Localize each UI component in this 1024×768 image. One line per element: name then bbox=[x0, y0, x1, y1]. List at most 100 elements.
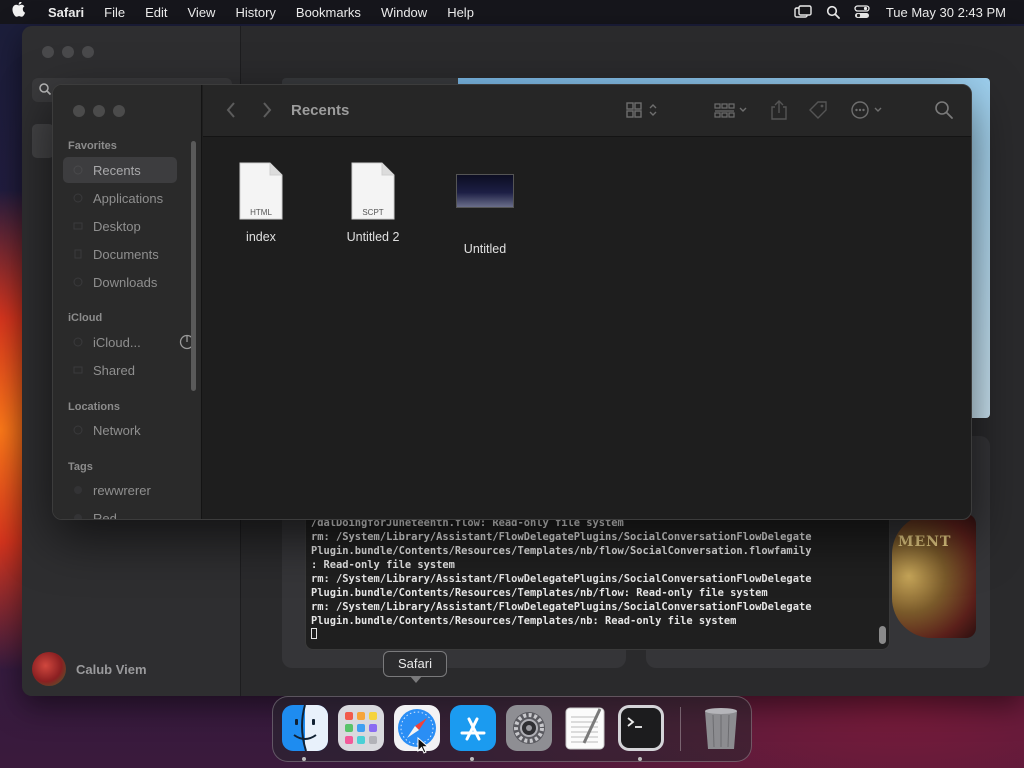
terminal-window[interactable]: /dalDoingforJuneteenth.flow: Read-only f… bbox=[305, 518, 890, 650]
forward-icon[interactable] bbox=[261, 101, 273, 119]
tag-icon[interactable] bbox=[807, 99, 829, 121]
sidebar-item-label: Red bbox=[93, 510, 117, 520]
close-button[interactable] bbox=[42, 46, 54, 58]
gear-icon bbox=[506, 705, 552, 751]
profile-name: Calub Viem bbox=[76, 661, 147, 677]
sidebar-item-shared[interactable]: Shared bbox=[63, 357, 177, 383]
back-icon[interactable] bbox=[225, 101, 237, 119]
spotlight-search-icon[interactable] bbox=[826, 5, 840, 19]
desktop-icon bbox=[73, 222, 83, 230]
finder-window: Favorites Recents Applications Desktop D… bbox=[52, 84, 972, 520]
zoom-button[interactable] bbox=[113, 105, 125, 117]
dock-textedit[interactable] bbox=[562, 705, 608, 751]
tag-color-icon bbox=[74, 486, 82, 494]
game-artwork: MENT bbox=[892, 514, 976, 638]
terminal-line: Plugin.bundle/Contents/Resources/Templat… bbox=[311, 545, 812, 557]
minimize-button[interactable] bbox=[93, 105, 105, 117]
dock-terminal[interactable] bbox=[618, 705, 664, 751]
trash-icon bbox=[705, 708, 737, 749]
sidebar-item-tag[interactable]: rewwrerer bbox=[63, 477, 177, 503]
dock-trash[interactable] bbox=[698, 705, 744, 751]
finder-toolbar: Recents bbox=[203, 85, 971, 137]
dock-separator bbox=[680, 707, 681, 751]
sidebar-item-label: Shared bbox=[93, 362, 135, 378]
menu-edit[interactable]: Edit bbox=[135, 5, 177, 20]
network-icon bbox=[73, 425, 83, 435]
terminal-scrollbar[interactable] bbox=[879, 626, 886, 644]
sidebar-item-label: Downloads bbox=[93, 274, 158, 290]
terminal-line: : Read-only file system bbox=[311, 559, 455, 571]
running-indicator bbox=[470, 757, 474, 761]
terminal-line: rm: /System/Library/Assistant/FlowDelega… bbox=[311, 531, 812, 543]
sidebar-item-label: Network bbox=[93, 422, 141, 438]
apple-menu-icon[interactable] bbox=[0, 1, 38, 22]
file-item-untitled[interactable]: Untitled bbox=[435, 162, 535, 256]
menu-bar: Safari File Edit View History Bookmarks … bbox=[0, 0, 1024, 24]
file-name: Untitled bbox=[463, 242, 507, 256]
file-item-index[interactable]: HTML index bbox=[211, 162, 311, 244]
file-name: index bbox=[246, 230, 276, 244]
menu-bookmarks[interactable]: Bookmarks bbox=[286, 5, 371, 20]
dock-system-settings[interactable] bbox=[506, 705, 552, 751]
screen-mirroring-icon[interactable] bbox=[794, 5, 812, 19]
file-item-untitled-2[interactable]: SCPT Untitled 2 bbox=[323, 162, 423, 244]
sidebar-item-recents[interactable]: Recents bbox=[63, 157, 177, 183]
sidebar-item-downloads[interactable]: Downloads bbox=[63, 269, 177, 295]
menu-file[interactable]: File bbox=[94, 5, 135, 20]
sidebar-item-desktop[interactable]: Desktop bbox=[63, 213, 177, 239]
dock-tooltip: Safari bbox=[383, 651, 447, 683]
icon-view-icon[interactable] bbox=[625, 99, 659, 121]
sidebar-item-label: rewwrerer bbox=[93, 482, 151, 498]
zoom-button[interactable] bbox=[82, 46, 94, 58]
control-center-icon[interactable] bbox=[854, 5, 870, 19]
file-name: Untitled 2 bbox=[346, 230, 400, 244]
terminal-line: Plugin.bundle/Contents/Resources/Templat… bbox=[311, 615, 737, 627]
user-profile[interactable]: Calub Viem bbox=[32, 652, 147, 686]
app-menu-safari[interactable]: Safari bbox=[38, 5, 94, 20]
sidebar-item-network[interactable]: Network bbox=[63, 417, 177, 443]
image-thumbnail bbox=[456, 174, 514, 208]
mouse-pointer-icon bbox=[417, 737, 429, 754]
document-icon bbox=[74, 249, 82, 259]
sidebar-item-applications[interactable]: Applications bbox=[63, 185, 177, 211]
group-by-icon[interactable] bbox=[713, 99, 751, 121]
menu-help[interactable]: Help bbox=[437, 5, 484, 20]
terminal-line: Plugin.bundle/Contents/Resources/Templat… bbox=[311, 587, 768, 599]
sidebar-section-tags: Tags bbox=[68, 461, 93, 473]
window-title: Recents bbox=[291, 102, 350, 119]
more-actions-icon[interactable] bbox=[849, 99, 887, 121]
menu-clock[interactable]: Tue May 30 2:43 PM bbox=[886, 5, 1006, 20]
finder-window-controls bbox=[73, 105, 133, 117]
search-icon[interactable] bbox=[933, 99, 955, 121]
tag-color-icon bbox=[74, 514, 82, 519]
search-icon bbox=[39, 83, 52, 96]
sidebar-item-label: Applications bbox=[93, 190, 164, 206]
menu-history[interactable]: History bbox=[225, 5, 285, 20]
finder-icon bbox=[282, 704, 328, 752]
minimize-button[interactable] bbox=[62, 46, 74, 58]
sidebar-item-label: iCloud... bbox=[93, 334, 141, 350]
sidebar-item-tag-red[interactable]: Red bbox=[63, 505, 177, 520]
menu-view[interactable]: View bbox=[178, 5, 226, 20]
sidebar-item-label: Desktop bbox=[93, 218, 141, 234]
menu-window[interactable]: Window bbox=[371, 5, 437, 20]
sidebar-scrollbar[interactable] bbox=[191, 141, 196, 391]
applications-icon bbox=[73, 193, 83, 203]
sidebar-item-icloud-drive[interactable]: iCloud... bbox=[63, 329, 195, 355]
app-store-icon bbox=[450, 705, 496, 751]
close-button[interactable] bbox=[73, 105, 85, 117]
script-file-icon: SCPT bbox=[351, 162, 395, 220]
file-kind-label: HTML bbox=[250, 208, 272, 217]
finder-file-area[interactable]: HTML index SCPT Untitled 2 Untitled bbox=[203, 138, 971, 519]
cloud-icon bbox=[73, 337, 83, 347]
sidebar-item-documents[interactable]: Documents bbox=[63, 241, 177, 267]
safari-sidebar-selection[interactable] bbox=[32, 124, 54, 158]
dock-app-store[interactable] bbox=[450, 705, 496, 751]
share-icon[interactable] bbox=[769, 99, 789, 121]
dock-finder[interactable] bbox=[282, 704, 328, 752]
file-kind-label: SCPT bbox=[362, 208, 384, 217]
dock-launchpad[interactable] bbox=[338, 705, 384, 751]
sidebar-item-label: Documents bbox=[93, 246, 159, 262]
html-file-icon: HTML bbox=[239, 162, 283, 220]
terminal-line: rm: /System/Library/Assistant/FlowDelega… bbox=[311, 601, 812, 613]
